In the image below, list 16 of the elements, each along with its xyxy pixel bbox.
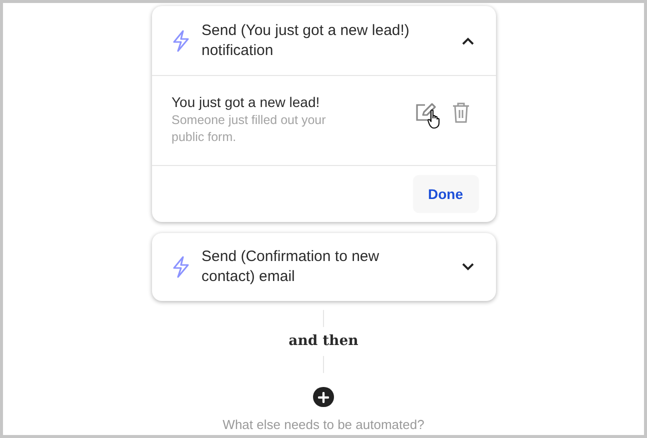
message-body: Someone just filled out your public form. [172, 112, 327, 146]
lightning-icon [172, 30, 190, 52]
message-title: You just got a new lead! [172, 93, 321, 112]
trash-icon[interactable] [452, 102, 470, 123]
action-title[interactable]: Send (Confirmation to new contact) email [202, 247, 462, 287]
connector-label: and then [288, 332, 358, 352]
add-step-button[interactable] [313, 387, 334, 408]
plus-icon [318, 392, 329, 403]
chevron-up-icon[interactable] [462, 36, 474, 44]
edit-icon[interactable] [414, 103, 436, 122]
add-step-prompt: What else needs to be automated? [222, 416, 424, 434]
hand-cursor-icon [426, 109, 440, 129]
done-button[interactable]: Done [412, 175, 478, 213]
action-title[interactable]: Send (You just got a new lead!) notification [202, 20, 462, 60]
chevron-down-icon[interactable] [462, 263, 474, 271]
lightning-icon [172, 256, 190, 278]
